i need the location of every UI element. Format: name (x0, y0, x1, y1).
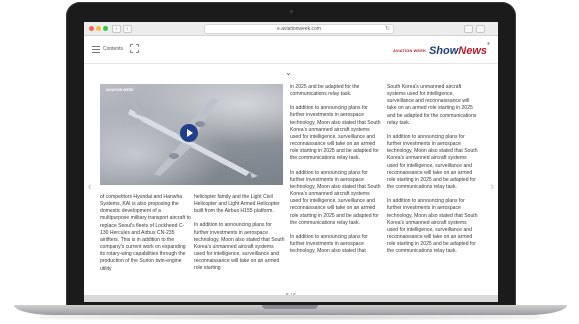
brand-show: Show (428, 45, 459, 57)
back-button[interactable]: ‹ (112, 25, 121, 33)
new-tab-button[interactable] (476, 25, 485, 33)
minimize-window-button[interactable] (96, 26, 101, 31)
address-bar[interactable]: e.aviationweek.com ↻ (204, 24, 394, 34)
reload-icon[interactable]: ↻ (385, 25, 390, 33)
paragraph: in 2025 and be adapted for the communica… (290, 84, 360, 98)
text-column-3: in 2025 and be adapted for the communica… (290, 84, 381, 262)
paragraph: In addition to announcing plans for furt… (387, 198, 478, 255)
footer-bar (84, 295, 498, 302)
maximize-window-button[interactable] (103, 26, 108, 31)
paragraph: In addition to announcing plans for furt… (290, 105, 381, 162)
previous-page-arrow[interactable]: ‹ (88, 182, 92, 193)
paragraph: South Korea's unmanned aircraft systems … (387, 84, 477, 126)
contents-link[interactable]: Contents (103, 46, 123, 52)
browser-toolbar: ‹ › e.aviationweek.com ↻ (84, 22, 498, 36)
fullscreen-icon[interactable] (130, 44, 139, 53)
laptop-lid: ‹ › e.aviationweek.com ↻ Contents AVIATI… (66, 2, 516, 308)
paragraph: In addition to announcing plans for furt… (387, 133, 478, 191)
chevron-down-icon[interactable]: ⌄ (284, 68, 293, 77)
brand-trademark: ® (487, 41, 490, 46)
next-page-arrow[interactable]: › (490, 182, 494, 193)
url-text: e.aviationweek.com (277, 26, 321, 32)
paragraph: of competitors Hyundai and Hanwha System… (100, 194, 191, 272)
laptop-screen: ‹ › e.aviationweek.com ↻ Contents AVIATI… (84, 22, 498, 302)
video-player[interactable]: AVIATION WEEK (100, 84, 283, 185)
brand-logo: AVIATION WEEK ShowNews® (393, 41, 490, 58)
brand-news: News (458, 45, 488, 57)
text-column-4: South Korea's unmanned aircraft systems … (387, 84, 478, 262)
forward-button[interactable]: › (123, 25, 132, 33)
text-column-2: helicopter family and the Light Civil He… (194, 194, 285, 280)
paragraph: helicopter family and the Light Civil He… (194, 194, 280, 215)
laptop-shadow (40, 314, 540, 320)
paragraph: In addition to announcing plans for furt… (290, 169, 381, 226)
product-mockup: ‹ › e.aviationweek.com ↻ Contents AVIATI… (0, 0, 579, 324)
text-column-1: of competitors Hyundai and Hanwha System… (100, 194, 191, 280)
webcam (290, 10, 293, 13)
article-page: ⌄ ‹ › AVIATION WEEK of competitors Hyund… (84, 64, 498, 302)
share-button[interactable] (464, 25, 473, 33)
video-watermark: AVIATION WEEK (106, 88, 134, 92)
laptop-hinge-notch (262, 305, 318, 309)
brand-aviation-week: AVIATION WEEK (393, 47, 426, 53)
app-header: Contents AVIATION WEEK ShowNews® (84, 36, 498, 64)
play-icon[interactable] (180, 124, 198, 142)
paragraph: In addition to announcing plans for furt… (290, 233, 368, 255)
close-window-button[interactable] (89, 26, 94, 31)
menu-icon[interactable] (92, 46, 100, 53)
paragraph: In addition to announcing plans for furt… (194, 222, 285, 272)
